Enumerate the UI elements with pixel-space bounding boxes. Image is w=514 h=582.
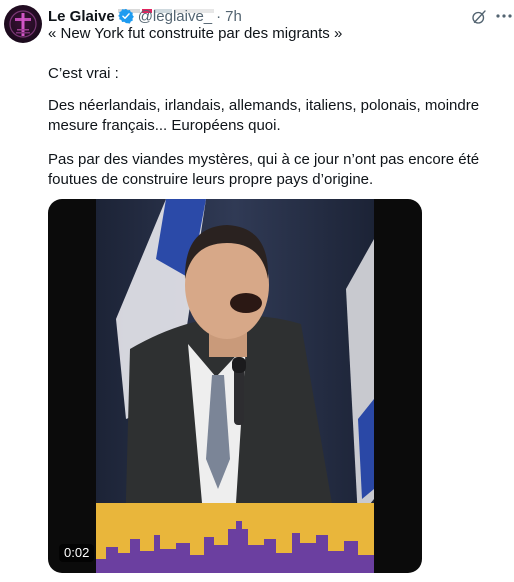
avatar[interactable] bbox=[4, 5, 42, 43]
display-name[interactable]: Le Glaive bbox=[48, 8, 115, 25]
tweet-text-paragraph-3: Des néerlandais, irlandais, allemands, i… bbox=[48, 97, 480, 134]
video-player[interactable]: 0:02 bbox=[48, 199, 422, 573]
separator-dot: · bbox=[216, 7, 222, 25]
tweet-text-line-2: C’est vrai : bbox=[48, 65, 119, 82]
handle[interactable]: @leglaive_ bbox=[138, 8, 212, 25]
tweet-text-line-1: « New York fut construite par des migran… bbox=[48, 25, 343, 42]
tweet-header: Le Glaive @leglaive_ · 7h bbox=[48, 6, 242, 26]
video-duration-badge: 0:02 bbox=[59, 544, 95, 562]
previous-post-sliver bbox=[118, 0, 268, 13]
tweet-text-paragraph-4: Pas par des viandes mystères, qui à ce j… bbox=[48, 151, 480, 188]
verified-badge-icon bbox=[117, 8, 134, 24]
more-icon[interactable] bbox=[494, 6, 514, 26]
video-frame bbox=[96, 199, 374, 573]
timestamp[interactable]: 7h bbox=[225, 8, 242, 25]
